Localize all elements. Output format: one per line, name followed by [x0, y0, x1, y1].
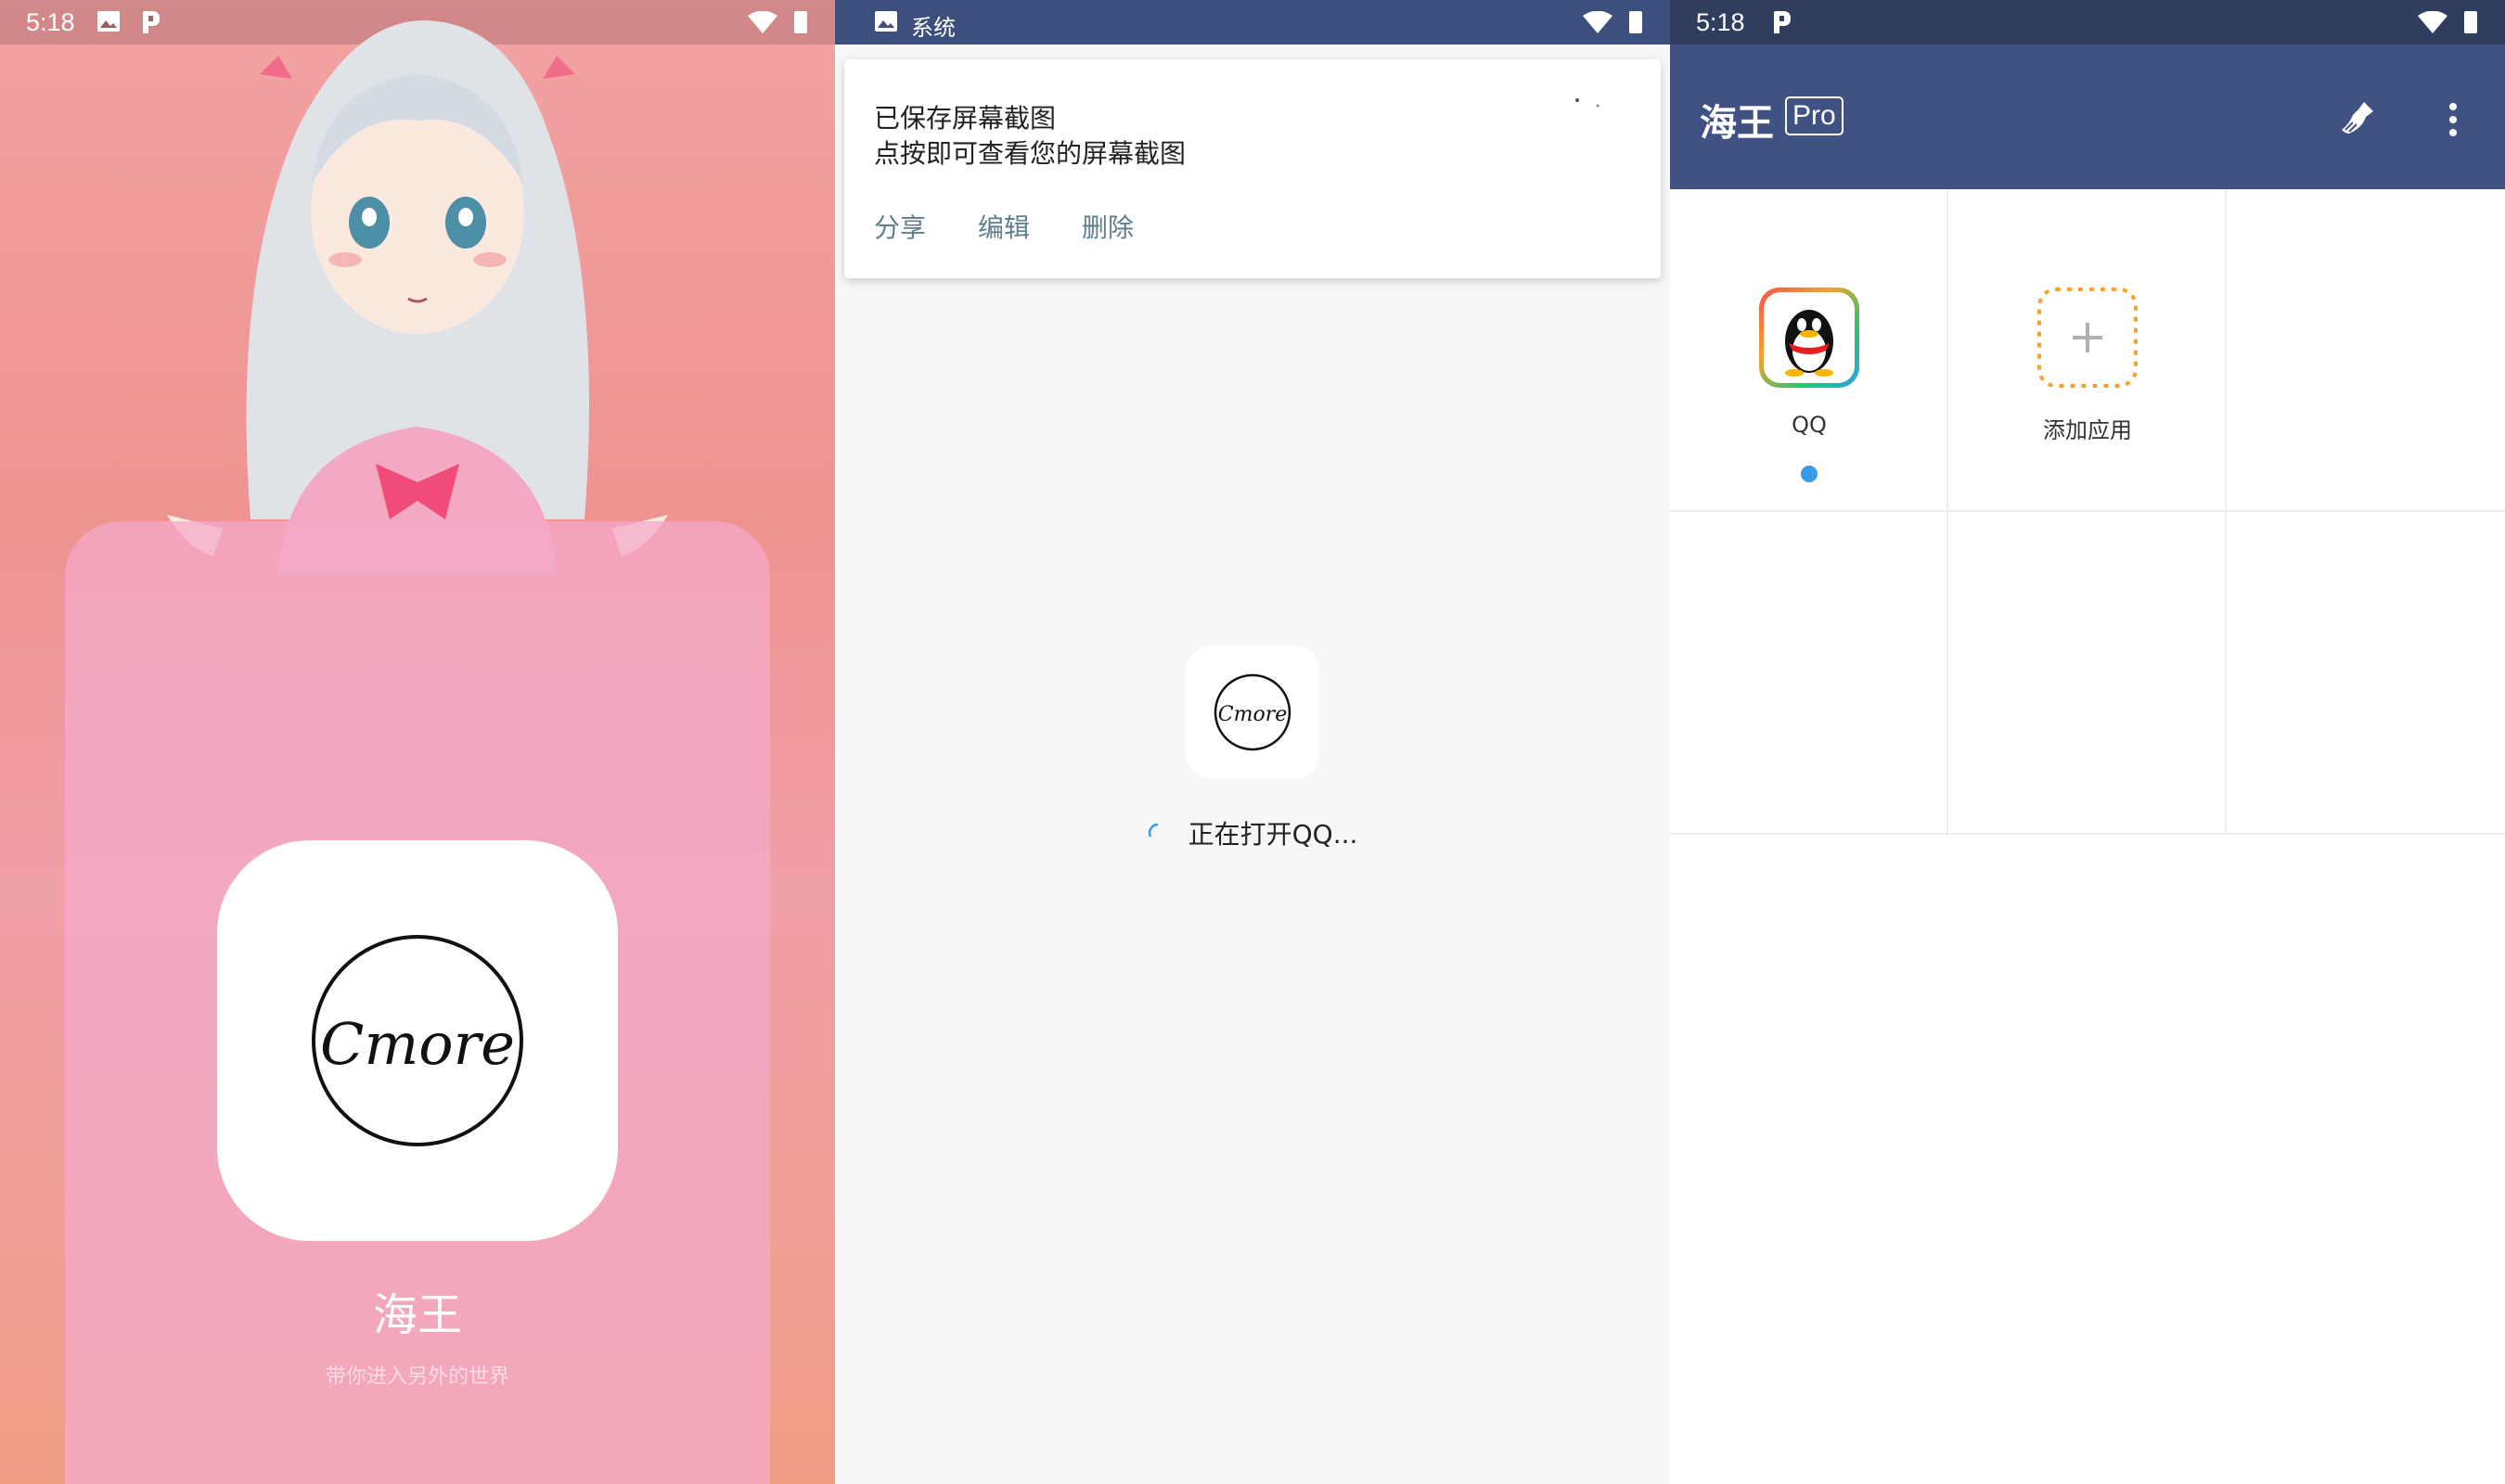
- image-notification-icon: [97, 11, 120, 32]
- clean-broom-icon[interactable]: [2336, 96, 2379, 139]
- screenshot-thumbnail-icon: [1575, 98, 1599, 108]
- app-bar: 海王 Pro: [1670, 45, 2505, 189]
- status-system-label: 系统: [911, 15, 956, 41]
- notification-title: 已保存屏幕截图: [874, 103, 1057, 134]
- empty-cell: [2227, 189, 2505, 512]
- empty-cell: [1948, 512, 2227, 835]
- wifi-icon: [1583, 11, 1612, 33]
- app-cell-qq[interactable]: QQ: [1670, 189, 1948, 512]
- status-bar: 5:18: [1670, 0, 2505, 45]
- status-time: 5:18: [26, 8, 75, 36]
- empty-cell: [1670, 512, 1948, 835]
- pro-badge: Pro: [1785, 96, 1843, 135]
- notification-body: 点按即可查看您的屏幕截图: [874, 138, 1187, 169]
- more-options-icon[interactable]: [2447, 102, 2459, 137]
- loading-text: 正在打开QQ...: [1188, 819, 1358, 850]
- add-app-cell[interactable]: 添加应用: [1948, 189, 2227, 512]
- running-indicator: [1801, 466, 1818, 482]
- svg-text:Cmore: Cmore: [1218, 703, 1287, 726]
- app-home-screen: 5:18 海王 Pro QQ 添加应用: [1670, 0, 2505, 1484]
- p-notification-icon: [1774, 11, 1791, 33]
- image-notification-icon: [875, 11, 897, 32]
- wifi-icon: [748, 11, 777, 33]
- wifi-icon: [2418, 11, 2447, 33]
- add-app-label: 添加应用: [2043, 417, 2132, 443]
- app-slogan: 带你进入另外的世界: [325, 1365, 509, 1388]
- screenshot-notification[interactable]: 已保存屏幕截图 点按即可查看您的屏幕截图 分享 编辑 删除: [844, 59, 1661, 278]
- status-time: 5:18: [1696, 8, 1745, 36]
- status-icons: [2418, 11, 2477, 33]
- loading-app-icon: Cmore: [1186, 646, 1319, 779]
- app-title: 海王: [1700, 102, 1774, 145]
- edit-button[interactable]: 编辑: [978, 208, 1030, 245]
- loading-indicator: 正在打开QQ...: [835, 814, 1670, 851]
- spinner-icon: [1148, 823, 1158, 838]
- app-name: 海王: [372, 1289, 462, 1341]
- splash-screen: 5:18 Cmore 海王 带你进入另外的世界: [0, 0, 835, 1484]
- svg-text:Cmore: Cmore: [320, 1010, 515, 1078]
- status-bar: 系统: [835, 0, 1670, 45]
- cmore-logo-icon: Cmore: [1214, 673, 1291, 751]
- cmore-logo-icon: Cmore: [312, 935, 523, 1146]
- add-app-icon: [2037, 288, 2138, 388]
- battery-icon: [1629, 11, 1642, 33]
- delete-button[interactable]: 删除: [1082, 208, 1134, 245]
- empty-cell: [2227, 512, 2505, 835]
- notification-actions: 分享 编辑 删除: [874, 208, 1134, 245]
- app-logo: Cmore: [217, 840, 618, 1241]
- battery-icon: [794, 11, 807, 33]
- loading-screen: 系统 已保存屏幕截图 点按即可查看您的屏幕截图 分享 编辑 删除 Cmore 正…: [835, 0, 1670, 1484]
- battery-icon: [2464, 11, 2477, 33]
- app-label-qq: QQ: [1792, 412, 1827, 438]
- app-grid: QQ 添加应用: [1670, 189, 2505, 835]
- share-button[interactable]: 分享: [874, 208, 926, 245]
- status-icons: [1583, 11, 1642, 33]
- qq-penguin-icon: [1759, 288, 1859, 388]
- status-icons: [748, 11, 807, 33]
- anime-girl-illustration: [167, 19, 668, 575]
